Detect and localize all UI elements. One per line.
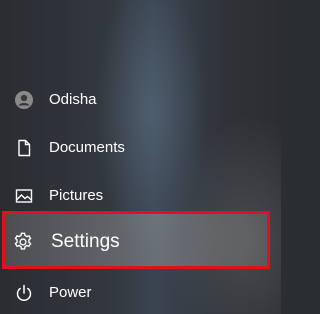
documents-label: Documents [49, 139, 125, 156]
picture-icon [14, 186, 34, 206]
settings-label: Settings [51, 231, 120, 252]
document-icon [14, 138, 34, 158]
gear-icon [12, 231, 34, 253]
user-account-item[interactable]: Odisha [0, 80, 281, 120]
documents-item[interactable]: Documents [0, 128, 281, 168]
user-account-label: Odisha [49, 91, 97, 108]
settings-red-outline [2, 211, 270, 269]
power-icon [14, 283, 34, 303]
pictures-item[interactable]: Pictures [0, 176, 281, 216]
pictures-label: Pictures [49, 187, 104, 204]
power-label: Power [49, 284, 92, 301]
user-avatar-icon [14, 90, 34, 110]
settings-item[interactable]: Settings [0, 211, 281, 271]
power-item[interactable]: Power [0, 273, 281, 313]
